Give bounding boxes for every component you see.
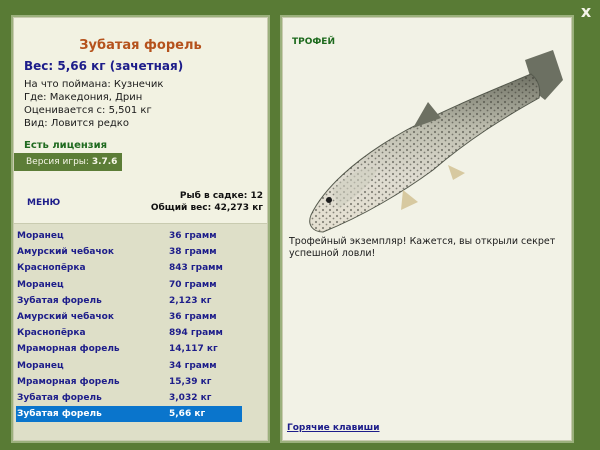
catch-totals: Рыб в садке: 12 Общий вес: 42,273 кг bbox=[151, 190, 263, 214]
catch-row[interactable]: Моранец 34 грамм bbox=[16, 358, 242, 374]
catch-row[interactable]: Зубатая форель 2,123 кг bbox=[16, 293, 242, 309]
hotkeys-link[interactable]: Горячие клавиши bbox=[287, 423, 380, 433]
catch-weight: 843 грамм bbox=[169, 263, 223, 274]
catch-weight: 894 грамм bbox=[169, 328, 223, 339]
fish-count: Рыб в садке: 12 bbox=[179, 191, 263, 201]
catch-name: Моранец bbox=[17, 231, 64, 241]
version-label: Версия игры: bbox=[26, 157, 89, 167]
catch-weight: 2,123 кг bbox=[169, 295, 212, 306]
fish-value: Оценивается с: 5,501 кг bbox=[24, 105, 152, 116]
fish-weight: Вес: 5,66 кг (зачетная) bbox=[24, 59, 184, 73]
catch-row[interactable]: Моранец 70 грамм bbox=[16, 277, 242, 293]
catch-name: Краснопёрка bbox=[17, 328, 86, 339]
catch-weight: 36 грамм bbox=[169, 312, 217, 322]
catch-weight: 70 грамм bbox=[169, 279, 217, 290]
catch-row[interactable]: Краснопёрка 894 грамм bbox=[16, 325, 242, 341]
catch-weight: 5,66 кг bbox=[169, 409, 206, 420]
catch-name: Моранец bbox=[17, 360, 64, 371]
fish-info-panel: Зубатая форель Вес: 5,66 кг (зачетная) Н… bbox=[13, 17, 268, 441]
catch-row[interactable]: Мраморная форель 15,39 кг bbox=[16, 374, 242, 390]
fish-location: Где: Македония, Дрин bbox=[24, 92, 143, 103]
catch-name: Амурский чебачок bbox=[17, 247, 114, 258]
license-status: Есть лицензия bbox=[24, 140, 108, 151]
catch-row[interactable]: Зубатая форель 5,66 кг bbox=[16, 406, 242, 423]
fish-details: На что поймана: Кузнечик Где: Македония,… bbox=[24, 78, 163, 130]
catch-name: Мраморная форель bbox=[17, 344, 120, 355]
total-weight: Общий вес: 42,273 кг bbox=[150, 203, 263, 213]
catch-weight: 38 грамм bbox=[169, 247, 217, 258]
catch-weight: 36 грамм bbox=[169, 231, 217, 241]
catch-weight: 3,032 кг bbox=[169, 393, 212, 403]
fish-kind: Вид: Ловится редко bbox=[24, 118, 129, 129]
catch-row[interactable]: Амурский чебачок 36 грамм bbox=[16, 309, 242, 325]
catch-name: Моранец bbox=[17, 279, 64, 290]
catch-weight: 15,39 кг bbox=[169, 376, 212, 387]
trophy-panel: ТРОФЕЙ Трофейный экземпляр! Кажется, вы … bbox=[282, 17, 572, 441]
catch-name: Мраморная форель bbox=[17, 376, 120, 387]
version-value: 3.7.6 bbox=[91, 157, 118, 167]
trophy-description: Трофейный экземпляр! Кажется, вы открыли… bbox=[289, 236, 556, 259]
catch-name: Зубатая форель bbox=[17, 295, 102, 306]
catch-row[interactable]: Краснопёрка 843 грамм bbox=[16, 260, 242, 276]
close-button[interactable]: x bbox=[577, 3, 595, 21]
catch-weight: 14,117 кг bbox=[169, 344, 218, 355]
version-box: Версия игры: 3.7.6 bbox=[14, 153, 122, 171]
menu-button[interactable]: МЕНЮ bbox=[27, 198, 60, 208]
catch-name: Зубатая форель bbox=[17, 393, 102, 403]
fish-bait: На что поймана: Кузнечик bbox=[24, 79, 164, 90]
catch-name: Краснопёрка bbox=[17, 263, 86, 274]
catch-weight: 34 грамм bbox=[169, 360, 217, 371]
fish-title: Зубатая форель bbox=[79, 38, 202, 53]
catch-row[interactable]: Мраморная форель 14,117 кг bbox=[16, 341, 242, 357]
catch-row[interactable]: Амурский чебачок 38 грамм bbox=[16, 244, 242, 260]
catch-row[interactable]: Моранец 36 грамм bbox=[16, 228, 242, 244]
catch-list[interactable]: Моранец 36 грамм Амурский чебачок 38 грамм К… bbox=[14, 223, 267, 440]
catch-name: Амурский чебачок bbox=[17, 312, 114, 322]
catch-name: Зубатая форель bbox=[17, 409, 102, 420]
catch-row[interactable]: Зубатая форель 3,032 кг bbox=[16, 390, 242, 406]
trout-image bbox=[309, 50, 563, 233]
